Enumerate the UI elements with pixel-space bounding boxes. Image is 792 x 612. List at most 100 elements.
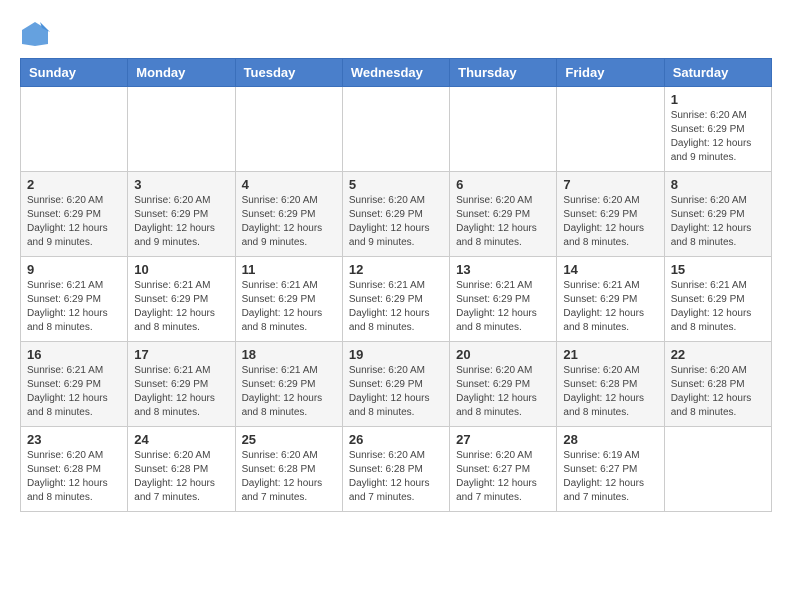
day-info: Sunrise: 6:20 AM Sunset: 6:28 PM Dayligh… [563,364,657,420]
day-number: 16 [27,347,121,362]
calendar-cell: 8 Sunrise: 6:20 AM Sunset: 6:29 PM Daylig… [664,172,771,257]
header [20,20,772,48]
calendar-cell: 20 Sunrise: 6:20 AM Sunset: 6:29 PM Dayli… [450,342,557,427]
calendar-cell: 3 Sunrise: 6:20 AM Sunset: 6:29 PM Daylig… [128,172,235,257]
calendar-header-row: SundayMondayTuesdayWednesdayThursdayFrid… [21,59,772,87]
day-number: 10 [134,262,228,277]
day-info: Sunrise: 6:20 AM Sunset: 6:29 PM Dayligh… [456,194,550,250]
day-info: Sunrise: 6:20 AM Sunset: 6:29 PM Dayligh… [671,194,765,250]
day-info: Sunrise: 6:20 AM Sunset: 6:29 PM Dayligh… [671,109,765,165]
day-number: 2 [27,177,121,192]
calendar-cell: 13 Sunrise: 6:21 AM Sunset: 6:29 PM Dayli… [450,257,557,342]
day-info: Sunrise: 6:21 AM Sunset: 6:29 PM Dayligh… [134,364,228,420]
week-row-0: 1 Sunrise: 6:20 AM Sunset: 6:29 PM Daylig… [21,87,772,172]
day-number: 19 [349,347,443,362]
header-friday: Friday [557,59,664,87]
day-info: Sunrise: 6:20 AM Sunset: 6:29 PM Dayligh… [242,194,336,250]
calendar-cell [235,87,342,172]
day-number: 22 [671,347,765,362]
day-number: 21 [563,347,657,362]
calendar-cell: 26Sunrise: 6:20 AM Sunset: 6:28 PM Dayli… [342,427,449,512]
calendar-cell: 9Sunrise: 6:21 AM Sunset: 6:29 PM Daylig… [21,257,128,342]
day-info: Sunrise: 6:20 AM Sunset: 6:28 PM Dayligh… [27,449,121,505]
day-info: Sunrise: 6:21 AM Sunset: 6:29 PM Dayligh… [456,279,550,335]
day-info: Sunrise: 6:20 AM Sunset: 6:29 PM Dayligh… [27,194,121,250]
calendar-cell [128,87,235,172]
calendar-cell: 7 Sunrise: 6:20 AM Sunset: 6:29 PM Daylig… [557,172,664,257]
calendar-cell: 4 Sunrise: 6:20 AM Sunset: 6:29 PM Daylig… [235,172,342,257]
calendar-cell: 12 Sunrise: 6:21 AM Sunset: 6:29 PM Dayli… [342,257,449,342]
day-info: Sunrise: 6:20 AM Sunset: 6:29 PM Dayligh… [456,364,550,420]
logo [20,20,54,48]
day-number: 27 [456,432,550,447]
day-number: 9 [27,262,121,277]
day-number: 5 [349,177,443,192]
calendar-cell: 14 Sunrise: 6:21 AM Sunset: 6:29 PM Dayli… [557,257,664,342]
day-number: 1 [671,92,765,107]
calendar-cell: 17 Sunrise: 6:21 AM Sunset: 6:29 PM Dayli… [128,342,235,427]
day-number: 14 [563,262,657,277]
day-number: 11 [242,262,336,277]
week-row-2: 9 Sunrise: 6:21 AM Sunset: 6:29 PM Daylig… [21,257,772,342]
header-wednesday: Wednesday [342,59,449,87]
day-info: Sunrise: 6:20 AM Sunset: 6:29 PM Dayligh… [349,194,443,250]
day-number: 18 [242,347,336,362]
day-number: 17 [134,347,228,362]
day-info: Sunrise: 6:21 AM Sunset: 6:29 PM Dayligh… [671,279,765,335]
calendar-cell: 10 Sunrise: 6:21 AM Sunset: 6:29 PM Dayli… [128,257,235,342]
header-sunday: Sunday [21,59,128,87]
calendar-cell [342,87,449,172]
day-number: 20 [456,347,550,362]
day-info: Sunrise: 6:20 AM Sunset: 6:29 PM Dayligh… [349,364,443,420]
calendar-cell: 23 Sunrise: 6:20 AM Sunset: 6:28 PM Dayli… [21,427,128,512]
calendar-cell: 6 Sunrise: 6:20 AM Sunset: 6:29 PM Daylig… [450,172,557,257]
calendar-cell: 21 Sunrise: 6:20 AM Sunset: 6:28 PM Dayli… [557,342,664,427]
calendar-cell: 24 Sunrise: 6:20 AM Sunset: 6:28 PM Dayli… [128,427,235,512]
day-number: 24 [134,432,228,447]
calendar-cell: 27 Sunrise: 6:20 AM Sunset: 6:27 PM Dayli… [450,427,557,512]
calendar-cell: 18 Sunrise: 6:21 AM Sunset: 6:29 PM Dayli… [235,342,342,427]
day-number: 7 [563,177,657,192]
logo-icon [20,20,50,48]
day-info: Sunrise: 6:21 AM Sunset: 6:29 PM Dayligh… [242,364,336,420]
calendar-cell [450,87,557,172]
day-number: 12 [349,262,443,277]
calendar-cell [557,87,664,172]
day-number: 28 [563,432,657,447]
calendar-cell: 25 Sunrise: 6:20 AM Sunset: 6:28 PM Dayli… [235,427,342,512]
header-tuesday: Tuesday [235,59,342,87]
day-number: 23 [27,432,121,447]
day-number: 3 [134,177,228,192]
calendar-cell: 22 Sunrise: 6:20 AM Sunset: 6:28 PM Dayli… [664,342,771,427]
day-info: Sunrise: 6:20 AM Sunset: 6:27 PM Dayligh… [456,449,550,505]
day-info: Sunrise: 6:21 AM Sunset: 6:29 PM Dayligh… [134,279,228,335]
day-number: 8 [671,177,765,192]
calendar-cell: 11Sunrise: 6:21 AM Sunset: 6:29 PM Dayli… [235,257,342,342]
calendar-cell: 5 Sunrise: 6:20 AM Sunset: 6:29 PM Daylig… [342,172,449,257]
week-row-4: 23 Sunrise: 6:20 AM Sunset: 6:28 PM Dayli… [21,427,772,512]
header-monday: Monday [128,59,235,87]
day-info: Sunrise: 6:19 AM Sunset: 6:27 PM Dayligh… [563,449,657,505]
day-info: Sunrise: 6:21 AM Sunset: 6:29 PM Dayligh… [563,279,657,335]
week-row-1: 2 Sunrise: 6:20 AM Sunset: 6:29 PM Daylig… [21,172,772,257]
calendar-cell: 1 Sunrise: 6:20 AM Sunset: 6:29 PM Daylig… [664,87,771,172]
calendar-cell [664,427,771,512]
day-info: Sunrise: 6:20 AM Sunset: 6:28 PM Dayligh… [134,449,228,505]
day-info: Sunrise: 6:20 AM Sunset: 6:28 PM Dayligh… [671,364,765,420]
day-info: Sunrise: 6:20 AM Sunset: 6:28 PM Dayligh… [242,449,336,505]
calendar-cell [21,87,128,172]
day-info: Sunrise: 6:21 AM Sunset: 6:29 PM Dayligh… [349,279,443,335]
day-number: 15 [671,262,765,277]
day-info: Sunrise: 6:20 AM Sunset: 6:29 PM Dayligh… [134,194,228,250]
day-number: 4 [242,177,336,192]
header-saturday: Saturday [664,59,771,87]
day-number: 6 [456,177,550,192]
day-number: 25 [242,432,336,447]
calendar-cell: 15 Sunrise: 6:21 AM Sunset: 6:29 PM Dayli… [664,257,771,342]
day-info: Sunrise: 6:20 AM Sunset: 6:29 PM Dayligh… [563,194,657,250]
calendar: SundayMondayTuesdayWednesdayThursdayFrid… [20,58,772,512]
day-info: Sunrise: 6:20 AM Sunset: 6:28 PM Dayligh… [349,449,443,505]
week-row-3: 16 Sunrise: 6:21 AM Sunset: 6:29 PM Dayli… [21,342,772,427]
day-number: 13 [456,262,550,277]
calendar-cell: 19 Sunrise: 6:20 AM Sunset: 6:29 PM Dayli… [342,342,449,427]
